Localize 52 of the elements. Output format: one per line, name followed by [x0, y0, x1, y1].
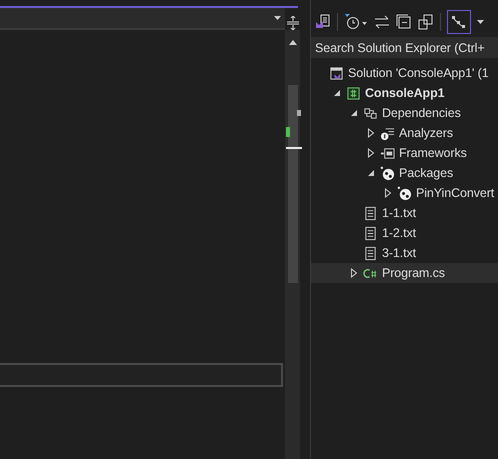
tree-row[interactable]: Frameworks	[311, 143, 498, 163]
tree-row[interactable]: ConsoleApp1	[311, 83, 498, 103]
csharp-project-icon	[346, 86, 361, 100]
text-file-icon	[363, 226, 378, 240]
tree-item-label: ConsoleApp1	[365, 86, 444, 100]
package-icon	[397, 186, 412, 200]
text-file-icon	[363, 246, 378, 260]
solution-icon	[329, 66, 344, 80]
tree-row[interactable]: 1-2.txt	[311, 223, 498, 243]
documents-icon[interactable]	[418, 14, 434, 30]
caret-icon	[274, 16, 281, 20]
input-field[interactable]	[0, 363, 283, 387]
tree-item-label: 1-1.txt	[382, 206, 416, 220]
tree-item-label: Analyzers	[399, 126, 453, 140]
expanded-arrow-icon[interactable]	[367, 168, 375, 178]
tree-item-label: Packages	[399, 166, 454, 180]
search-field[interactable]: Search Solution Explorer (Ctrl+	[311, 37, 498, 58]
switch-views-icon[interactable]	[315, 14, 331, 30]
tree-row[interactable]: Analyzers	[311, 123, 498, 143]
expanded-arrow-icon[interactable]	[333, 88, 341, 98]
history-clock-icon[interactable]	[344, 12, 368, 30]
tree-item-label: PinYinConvert	[416, 186, 494, 200]
collapsed-arrow-icon[interactable]	[384, 188, 392, 198]
caret-icon[interactable]	[477, 20, 484, 24]
tree-view-icon[interactable]	[447, 10, 471, 34]
tree-row[interactable]: Packages	[311, 163, 498, 183]
tree-item-label: Dependencies	[382, 106, 461, 120]
tree-item-label: 1-2.txt	[382, 226, 416, 240]
collapse-all-icon[interactable]	[396, 14, 412, 30]
package-icon	[380, 166, 395, 180]
scroll-up-icon[interactable]	[288, 40, 296, 45]
tree-row[interactable]: 3-1.txt	[311, 243, 498, 263]
split-icon[interactable]	[287, 16, 299, 30]
expanded-arrow-icon[interactable]	[350, 108, 358, 118]
tree-item-label: Solution 'ConsoleApp1' (1	[348, 66, 489, 80]
tree-row[interactable]: Dependencies	[311, 103, 498, 123]
scrollbar[interactable]	[285, 30, 300, 459]
collapsed-arrow-icon[interactable]	[350, 268, 358, 278]
tree-row[interactable]: PinYinConvert	[311, 183, 498, 203]
sync-icon[interactable]	[374, 14, 390, 28]
tree-row[interactable]: 1-1.txt	[311, 203, 498, 223]
analyzers-icon	[380, 126, 395, 140]
tree-row[interactable]: Program.cs	[311, 263, 498, 283]
collapsed-arrow-icon[interactable]	[367, 128, 375, 138]
text-file-icon	[363, 206, 378, 220]
tree-item-label: Frameworks	[399, 146, 467, 160]
tree-row[interactable]: Solution 'ConsoleApp1' (1	[311, 63, 498, 83]
tree-item-label: Program.cs	[382, 266, 445, 280]
dependencies-icon	[363, 106, 378, 120]
tree-item-label: 3-1.txt	[382, 246, 416, 260]
collapsed-arrow-icon[interactable]	[367, 148, 375, 158]
frameworks-icon	[380, 146, 395, 160]
